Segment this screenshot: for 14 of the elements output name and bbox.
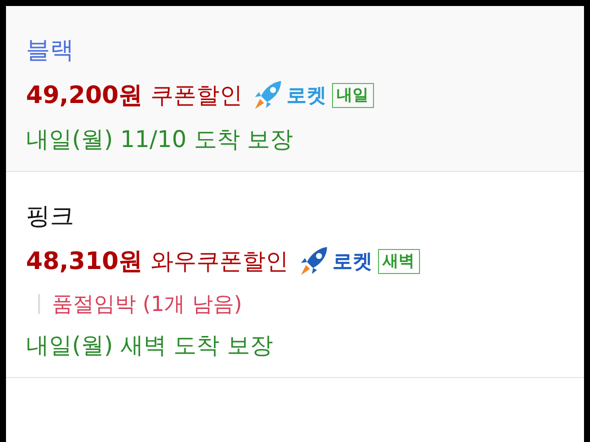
price: 49,200원 xyxy=(26,80,143,111)
rocket-label: 로켓 xyxy=(332,248,373,274)
delivery-tag: 새벽 xyxy=(378,248,420,274)
delivery-date: 내일(월) 11/10 도착 보장 xyxy=(26,126,294,155)
option-name: 블랙 xyxy=(26,35,74,66)
discount-label: 쿠폰할인 xyxy=(150,82,243,110)
delivery-date: 내일(월) 새벽 도착 보장 xyxy=(26,332,273,361)
stock-warning: 품절임박 (1개 남음) xyxy=(52,291,242,318)
discount-label: 와우쿠폰할인 xyxy=(150,248,289,276)
option-item[interactable]: 블랙 49,200원 쿠폰할인 로켓 내일 내일(월) 11/10 도착 보장 xyxy=(6,6,584,172)
option-name: 핑크 xyxy=(26,201,74,232)
rocket-label: 로켓 xyxy=(286,82,327,108)
delivery-tag: 내일 xyxy=(332,82,374,108)
price: 48,310원 xyxy=(26,246,143,277)
